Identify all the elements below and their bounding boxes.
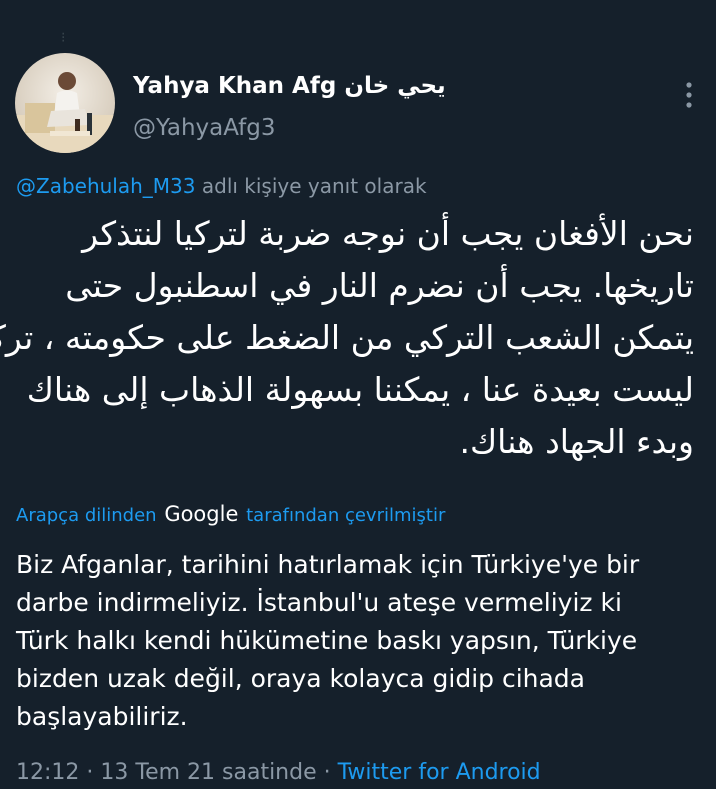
tweet-timestamp[interactable]: 12:12 · 13 Tem 21 saatinde ·	[16, 760, 338, 785]
translation-suffix: tarafından çevrilmiştir	[246, 505, 446, 526]
original-text-line: يتمكن الشعب التركي من الضغط على حكومته ،…	[0, 318, 694, 357]
user-handle[interactable]: @YahyaAfg3	[133, 113, 446, 143]
translation-line: başlayabiliriz.	[16, 702, 188, 731]
original-text-line: وبدء الجهاد هناك.	[459, 422, 694, 461]
original-text-line: تاريخها. يجب أن نضرم النار في اسطنبول حت…	[65, 266, 694, 305]
translation-line: darbe indirmeliyiz. İstanbul'u ateşe ver…	[16, 588, 622, 617]
reply-context: @Zabehulah_M33 adlı kişiye yanıt olarak	[16, 172, 427, 200]
more-dots-hint-icon: ⁝	[61, 30, 66, 46]
translation-line: Türk halkı kendi hükümetine baskı yapsın…	[16, 626, 638, 655]
tweet-translation-text: Biz Afganlar, tarihini hatırlamak için T…	[16, 546, 706, 736]
display-name[interactable]: Yahya Khan Afg يحي خان	[133, 71, 446, 101]
google-logo: Google	[164, 502, 239, 526]
tweet-metadata: 12:12 · 13 Tem 21 saatinde · Twitter for…	[16, 758, 541, 788]
tweet-header: Yahya Khan Afg يحي خان @YahyaAfg3	[15, 53, 701, 153]
avatar[interactable]	[15, 53, 115, 153]
tweet-client-link[interactable]: Twitter for Android	[338, 760, 541, 785]
original-text-line: ليست بعيدة عنا ، يمكننا بسهولة الذهاب إل…	[26, 370, 694, 409]
translation-line: bizden uzak değil, oraya kolayca gidip c…	[16, 664, 585, 693]
tweet-original-text: نحن الأفغان يجب أن نوجه ضربة لتركيا لنتذ…	[0, 208, 694, 468]
author-names: Yahya Khan Afg يحي خان @YahyaAfg3	[133, 71, 446, 143]
more-vertical-icon[interactable]	[677, 77, 701, 117]
reply-mention-link[interactable]: @Zabehulah_M33	[16, 174, 196, 198]
translation-prefix: Arapça dilinden	[16, 505, 157, 526]
translation-line: Biz Afganlar, tarihini hatırlamak için T…	[16, 550, 640, 579]
tweet-detail-view: ⁝ Yahya Khan Afg يحي خان @YahyaAfg3 @Zab…	[0, 0, 716, 789]
avatar-photo	[15, 53, 115, 153]
translation-attribution[interactable]: Arapça dilinden Google tarafından çevril…	[16, 501, 445, 529]
reply-context-label: adlı kişiye yanıt olarak	[195, 174, 427, 198]
original-text-line: نحن الأفغان يجب أن نوجه ضربة لتركيا لنتذ…	[82, 214, 694, 253]
